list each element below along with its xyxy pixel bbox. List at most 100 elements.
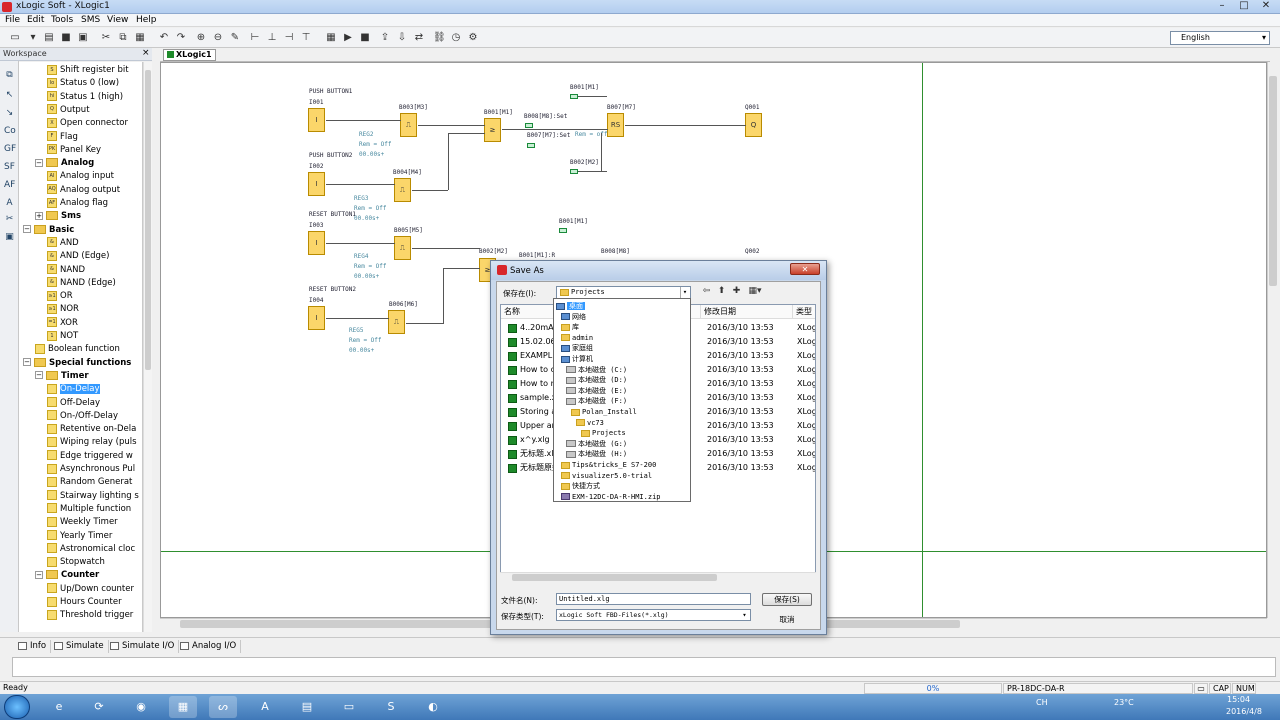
tree-item[interactable]: AF Analog flag [47, 197, 108, 210]
tree-item[interactable]: ≥1 NOR [47, 303, 79, 316]
timer-block-b005[interactable]: ⎍ [394, 236, 411, 260]
firefox-icon[interactable]: ◉ [127, 696, 155, 718]
input-block-i003[interactable]: I [308, 231, 325, 255]
up-folder-icon[interactable]: ⬆ [715, 286, 728, 298]
col-date[interactable]: 修改日期 [701, 305, 793, 319]
tray-date[interactable]: 2016/4/8 [1226, 707, 1262, 716]
dropdown-location-item[interactable]: Polan_Install [571, 407, 637, 418]
tree-item[interactable]: AI Analog input [47, 170, 114, 183]
timer-block-b004[interactable]: ⎍ [394, 178, 411, 202]
pointer-tool-icon[interactable]: ↖ [4, 90, 15, 101]
timer-block-b006[interactable]: ⎍ [388, 310, 405, 334]
tab-info[interactable]: Info [16, 640, 52, 653]
tree-item[interactable]: & NAND (Edge) [47, 277, 116, 290]
rs-block-b007[interactable]: RS [607, 113, 624, 137]
af-tool-icon[interactable]: AF [4, 180, 15, 191]
canvas-vscroll[interactable] [1267, 62, 1278, 618]
clock-icon[interactable]: ◷ [449, 31, 463, 44]
dropdown-location-item[interactable]: Projects [581, 428, 626, 439]
tree-item[interactable]: Boolean function [35, 343, 120, 356]
cut-wire-tool-icon[interactable]: ✂ [4, 214, 15, 225]
dropdown-location-item[interactable]: 家庭组 [561, 343, 593, 354]
connect-tool-icon[interactable]: ↘ [4, 108, 15, 119]
dropdown-location-item[interactable]: 本地磁盘 (E:) [566, 386, 627, 397]
dropdown-location-item[interactable]: Tips&tricks_E S7-200 [561, 460, 656, 471]
close-window-button[interactable]: ✕ [1256, 0, 1276, 13]
compare-icon[interactable]: ⇄ [412, 31, 426, 44]
expand-toggle-icon[interactable]: − [35, 371, 43, 380]
tree-item[interactable]: lo Status 0 (low) [47, 77, 119, 90]
windows-start-icon[interactable] [4, 695, 30, 719]
xlogic-app-icon[interactable]: ᔕ [209, 696, 237, 718]
look-in-dropdown[interactable]: 桌面 网络库 admin 家庭组 计算机 本地磁盘 (C:) 本地磁盘 (D:) 本地磁盘 (… [553, 298, 691, 502]
workspace-close-icon[interactable]: × [142, 48, 150, 58]
tree-item[interactable]: ≥1 OR [47, 290, 73, 303]
run-icon[interactable]: ▶ [341, 31, 355, 44]
tree-folder[interactable]: − Special functions [23, 357, 131, 370]
explorer-icon[interactable]: ▭ [335, 696, 363, 718]
tab-xlogic1[interactable]: XLogic1 [163, 49, 216, 61]
language-select[interactable]: English ▾ [1170, 31, 1270, 45]
dropdown-location-item[interactable]: 桌面 [556, 301, 585, 312]
cancel-button[interactable]: 取消 [762, 613, 812, 626]
expand-toggle-icon[interactable]: − [35, 158, 43, 167]
save-all-icon[interactable]: ▣ [76, 31, 90, 44]
timer-block-b003[interactable]: ⎍ [400, 113, 417, 137]
align-left-icon[interactable]: ⊢ [248, 31, 262, 44]
align-top-icon[interactable]: ⊤ [299, 31, 313, 44]
tree-item[interactable]: Weekly Timer [47, 516, 118, 529]
dropdown-location-item[interactable]: 网络 [561, 312, 586, 323]
undo-icon[interactable]: ↶ [157, 31, 171, 44]
stop-icon[interactable]: ■ [358, 31, 372, 44]
tray-time[interactable]: 15:04 [1227, 695, 1250, 704]
new-file-icon[interactable]: ▭ [8, 31, 22, 44]
input-block-i002[interactable]: I [308, 172, 325, 196]
tree-item[interactable]: Edge triggered w [47, 450, 133, 463]
menu-file[interactable]: File [5, 15, 20, 25]
tree-item[interactable]: Stopwatch [47, 556, 105, 569]
open-folder-icon[interactable]: ▤ [42, 31, 56, 44]
pencil-icon[interactable]: ✎ [228, 31, 242, 44]
tree-item[interactable]: & AND (Edge) [47, 250, 109, 263]
connect-icon[interactable]: ⛓ [432, 31, 446, 44]
dropdown-arrow-icon[interactable]: ▾ [26, 31, 40, 44]
zoom-in-icon[interactable]: ⊕ [194, 31, 208, 44]
menu-tools[interactable]: Tools [51, 15, 73, 25]
dropdown-location-item[interactable]: 本地磁盘 (C:) [566, 365, 627, 376]
sf-tool-icon[interactable]: SF [4, 162, 15, 173]
download-icon[interactable]: ⇩ [395, 31, 409, 44]
co-tool-icon[interactable]: Co [4, 126, 16, 137]
new-folder-icon[interactable]: ✚ [730, 286, 743, 298]
tree-item[interactable]: =1 XOR [47, 317, 78, 330]
filetype-select[interactable]: xLogic Soft FBD-Files(*.xlg) ▾ [556, 609, 751, 621]
tree-item[interactable]: Yearly Timer [47, 530, 112, 543]
ie-icon[interactable]: e [45, 696, 73, 718]
dropdown-location-item[interactable]: vc73 [576, 418, 604, 429]
expand-toggle-icon[interactable]: + [35, 211, 43, 220]
dropdown-location-item[interactable]: 本地磁盘 (D:) [566, 375, 627, 386]
menu-help[interactable]: Help [136, 15, 157, 25]
tree-folder[interactable]: − Timer [35, 370, 89, 383]
dropdown-location-item[interactable]: admin [561, 333, 593, 344]
dropdown-location-item[interactable]: 本地磁盘 (F:) [566, 396, 627, 407]
tree-item[interactable]: 1 NOT [47, 330, 78, 343]
tree-item[interactable]: AQ Analog output [47, 184, 120, 197]
dialog-close-icon[interactable]: ✕ [790, 263, 820, 275]
tree-item[interactable]: Q Output [47, 104, 90, 117]
tree-item[interactable]: Threshold trigger [47, 609, 133, 622]
col-type[interactable]: 类型 [793, 305, 815, 319]
tree-item[interactable]: Astronomical cloc [47, 543, 135, 556]
tree-folder[interactable]: − Basic [23, 224, 74, 237]
pdf-icon[interactable]: A [251, 696, 279, 718]
tree-scrollbar[interactable] [143, 62, 152, 632]
dropdown-location-item[interactable]: 库 [561, 322, 579, 333]
tree-item[interactable]: Wiping relay (puls [47, 436, 137, 449]
tree-item[interactable]: & NAND [47, 264, 85, 277]
tree-item[interactable]: Random Generat [47, 476, 132, 489]
recorder-icon[interactable]: ◐ [419, 696, 447, 718]
align-right-icon[interactable]: ⊣ [282, 31, 296, 44]
xlogic-tool-icon[interactable]: ▦ [169, 696, 197, 718]
copy-tool-icon[interactable]: ⧉ [4, 70, 15, 81]
tree-item[interactable]: Up/Down counter [47, 583, 134, 596]
tree-item[interactable]: Asynchronous Pul [47, 463, 135, 476]
